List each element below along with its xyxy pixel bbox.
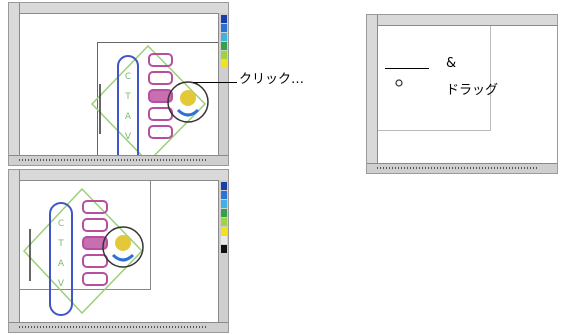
vertical-ruler[interactable] [367,15,378,173]
drag-callout-label: ドラッグ [446,83,499,98]
color-swatch[interactable] [221,33,227,41]
horizontal-scrollbar[interactable] [367,163,557,173]
color-swatch[interactable] [221,245,227,253]
svg-text:T: T [57,239,64,249]
mascot-face [115,235,131,251]
canvas-area[interactable]: C T A V [20,14,228,165]
color-swatch[interactable] [221,15,227,23]
callout-line-drag [385,68,429,69]
horizontal-scrollbar[interactable] [9,322,228,332]
vertical-scrollbar[interactable] [218,180,228,323]
color-swatch[interactable] [221,51,227,59]
mascot-body [111,253,135,262]
color-swatch[interactable] [221,209,227,217]
color-swatch[interactable] [221,191,227,199]
svg-text:V: V [58,279,65,289]
ampersand-label: & [446,56,457,71]
color-swatch[interactable] [221,227,227,235]
click-callout-label: クリック… [239,72,305,87]
mascot-face [180,90,196,106]
artwork-graphic[interactable]: C T A V [20,14,220,166]
svg-text:A: A [58,259,65,269]
color-swatch[interactable] [221,24,227,32]
horizontal-ruler[interactable] [367,15,557,26]
mascot-body [176,108,200,117]
horizontal-ruler[interactable] [9,170,228,181]
editor-window-before: C T A V [8,2,229,166]
canvas-area[interactable]: C T A V [20,181,218,322]
color-swatch[interactable] [221,42,227,50]
svg-text:T: T [124,92,131,102]
vertical-ruler[interactable] [9,170,20,332]
editor-window-after: C T A V [8,169,229,333]
svg-text:A: A [125,112,132,122]
vertical-ruler[interactable] [9,3,20,165]
vertical-scrollbar[interactable] [218,13,228,156]
color-swatch[interactable] [221,236,227,244]
vertical-letters: C [58,219,64,229]
color-swatch[interactable] [221,218,227,226]
color-swatch[interactable] [221,200,227,208]
artwork-graphic[interactable]: C T A V [20,181,220,333]
horizontal-scrollbar[interactable] [9,155,228,165]
cursor-marker [395,79,403,87]
vertical-letters: C [125,72,131,82]
callout-line-click [193,82,237,83]
horizontal-ruler[interactable] [9,3,228,14]
svg-text:V: V [125,132,132,142]
color-swatch[interactable] [221,60,227,68]
color-swatch[interactable] [221,182,227,190]
